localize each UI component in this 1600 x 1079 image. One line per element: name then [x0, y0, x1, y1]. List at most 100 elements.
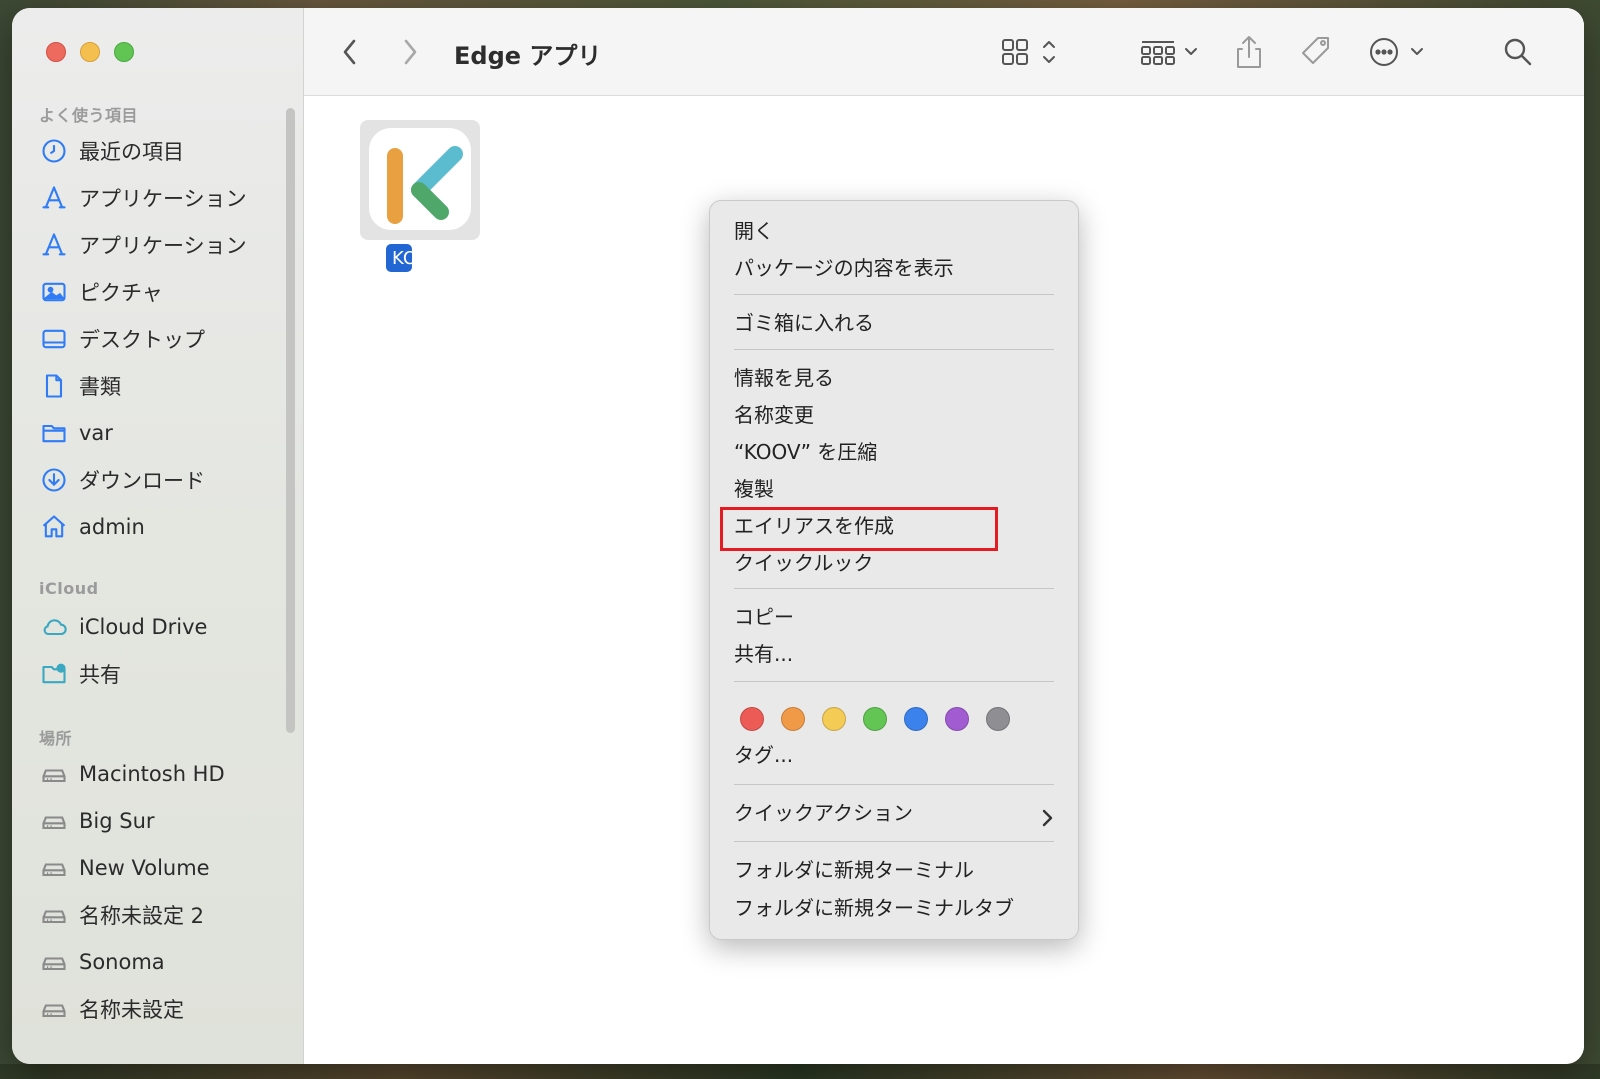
tag-color-green[interactable]: [863, 707, 887, 731]
menu-item-new-terminal-tab-at-folder[interactable]: フォルダに新規ターミナルタブ: [734, 889, 1014, 923]
sidebar-item-shared[interactable]: 共有: [39, 656, 121, 692]
sidebar-item-label: iCloud Drive: [79, 615, 208, 639]
menu-separator: [734, 294, 1054, 295]
sidebar-item-sonoma[interactable]: Sonoma: [39, 944, 165, 980]
tag-color-gray[interactable]: [986, 707, 1010, 731]
sidebar-item-label: Sonoma: [79, 950, 165, 974]
menu-separator: [734, 588, 1054, 589]
menu-item-compress[interactable]: “KOOV” を圧縮: [734, 433, 877, 467]
file-name-label[interactable]: KO: [386, 244, 412, 272]
sidebar-item-label: 名称未設定: [79, 998, 184, 1022]
sidebar: よく使う項目 最近の項目 アプリケーション アプリケーション ピクチャ デスクト…: [12, 8, 304, 1064]
menu-item-open[interactable]: 開く: [734, 212, 774, 246]
share-icon: [1237, 36, 1261, 68]
pictures-icon: [39, 277, 69, 307]
koov-app-icon: [369, 128, 471, 230]
applications-icon: [39, 230, 69, 260]
menu-item-move-to-trash[interactable]: ゴミ箱に入れる: [734, 304, 874, 338]
finder-window: よく使う項目 最近の項目 アプリケーション アプリケーション ピクチャ デスクト…: [12, 8, 1584, 1064]
sidebar-item-var[interactable]: var: [39, 415, 113, 451]
home-icon: [39, 512, 69, 542]
disk-icon: [39, 806, 69, 836]
sidebar-item-documents[interactable]: 書類: [39, 368, 121, 404]
tag-color-purple[interactable]: [945, 707, 969, 731]
sidebar-item-label: Big Sur: [79, 809, 155, 833]
tag-color-orange[interactable]: [781, 707, 805, 731]
sidebar-item-label: 書類: [79, 375, 121, 399]
sidebar-item-untitled-2[interactable]: 名称未設定 2: [39, 897, 204, 933]
menu-item-quick-actions[interactable]: クイックアクション: [734, 794, 913, 828]
section-header-favorites: よく使う項目: [39, 106, 139, 125]
menu-item-rename[interactable]: 名称変更: [734, 396, 814, 430]
menu-separator: [734, 784, 1054, 785]
tag-color-red[interactable]: [740, 707, 764, 731]
sidebar-item-label: アプリケーション: [79, 234, 247, 258]
forward-button[interactable]: [400, 34, 420, 70]
sidebar-item-applications-2[interactable]: アプリケーション: [39, 227, 247, 263]
sidebar-item-admin[interactable]: admin: [39, 509, 145, 545]
zoom-button[interactable]: [114, 42, 134, 62]
section-header-locations: 場所: [39, 729, 73, 748]
menu-item-show-package-contents[interactable]: パッケージの内容を表示: [734, 249, 954, 283]
tag-color-blue[interactable]: [904, 707, 928, 731]
sidebar-item-label: admin: [79, 515, 145, 539]
tag-color-yellow[interactable]: [822, 707, 846, 731]
view-mode-button[interactable]: [1000, 34, 1064, 70]
disk-icon: [39, 900, 69, 930]
sidebar-item-recents[interactable]: 最近の項目: [39, 133, 184, 169]
sidebar-item-label: アプリケーション: [79, 187, 247, 211]
menu-item-duplicate[interactable]: 複製: [734, 470, 774, 504]
tag-button[interactable]: [1298, 34, 1334, 70]
sidebar-item-new-volume[interactable]: New Volume: [39, 850, 210, 886]
sidebar-item-untitled[interactable]: 名称未設定: [39, 991, 184, 1027]
sidebar-scrollbar[interactable]: [286, 108, 295, 733]
sidebar-item-big-sur[interactable]: Big Sur: [39, 803, 155, 839]
cloud-icon: [39, 612, 69, 642]
menu-item-new-terminal-at-folder[interactable]: フォルダに新規ターミナル: [734, 851, 974, 885]
disk-icon: [39, 947, 69, 977]
sidebar-item-label: デスクトップ: [79, 328, 205, 352]
ellipsis-circle-icon: [1370, 38, 1423, 66]
menu-item-tags[interactable]: タグ...: [734, 736, 793, 770]
sidebar-item-label: ピクチャ: [79, 281, 163, 305]
search-icon: [1504, 38, 1532, 66]
section-header-icloud: iCloud: [39, 579, 99, 598]
clock-icon: [39, 136, 69, 166]
minimize-button[interactable]: [80, 42, 100, 62]
menu-separator: [734, 841, 1054, 842]
menu-separator: [734, 681, 1054, 682]
sidebar-item-macintosh-hd[interactable]: Macintosh HD: [39, 756, 225, 792]
menu-item-share[interactable]: 共有...: [734, 635, 793, 669]
disk-icon: [39, 759, 69, 789]
sidebar-item-applications[interactable]: アプリケーション: [39, 180, 247, 216]
group-button[interactable]: [1140, 34, 1204, 70]
menu-item-get-info[interactable]: 情報を見る: [734, 359, 834, 393]
file-item-koov[interactable]: [360, 120, 480, 240]
window-controls: [46, 42, 134, 62]
sidebar-item-icloud-drive[interactable]: iCloud Drive: [39, 609, 207, 645]
content-area: Edge アプリ KO 開く パッケージの内容を表示 ゴミ箱に入れる 情報を見る…: [304, 8, 1584, 1064]
disk-icon: [39, 994, 69, 1024]
group-grid-icon: [1141, 41, 1197, 65]
menu-item-quick-look[interactable]: クイックルック: [734, 544, 873, 578]
sidebar-item-label: var: [79, 421, 113, 445]
folder-icon: [39, 418, 69, 448]
sidebar-item-label: 最近の項目: [79, 140, 184, 164]
share-button[interactable]: [1234, 34, 1264, 70]
document-icon: [39, 371, 69, 401]
sidebar-item-pictures[interactable]: ピクチャ: [39, 274, 163, 310]
more-actions-button[interactable]: [1366, 34, 1430, 70]
context-menu: 開く パッケージの内容を表示 ゴミ箱に入れる 情報を見る 名称変更 “KOOV”…: [709, 200, 1079, 940]
menu-item-copy[interactable]: コピー: [734, 598, 794, 632]
desktop-wallpaper: [0, 1064, 1600, 1079]
sidebar-item-desktop[interactable]: デスクトップ: [39, 321, 205, 357]
sidebar-item-label: 共有: [79, 663, 121, 687]
search-button[interactable]: [1502, 34, 1534, 70]
chevron-right-icon: [1042, 809, 1053, 827]
sidebar-item-downloads[interactable]: ダウンロード: [39, 462, 205, 498]
close-button[interactable]: [46, 42, 66, 62]
sidebar-item-label: New Volume: [79, 856, 210, 880]
toolbar: Edge アプリ: [304, 8, 1584, 96]
back-button[interactable]: [340, 34, 360, 70]
tag-icon: [1302, 37, 1329, 64]
